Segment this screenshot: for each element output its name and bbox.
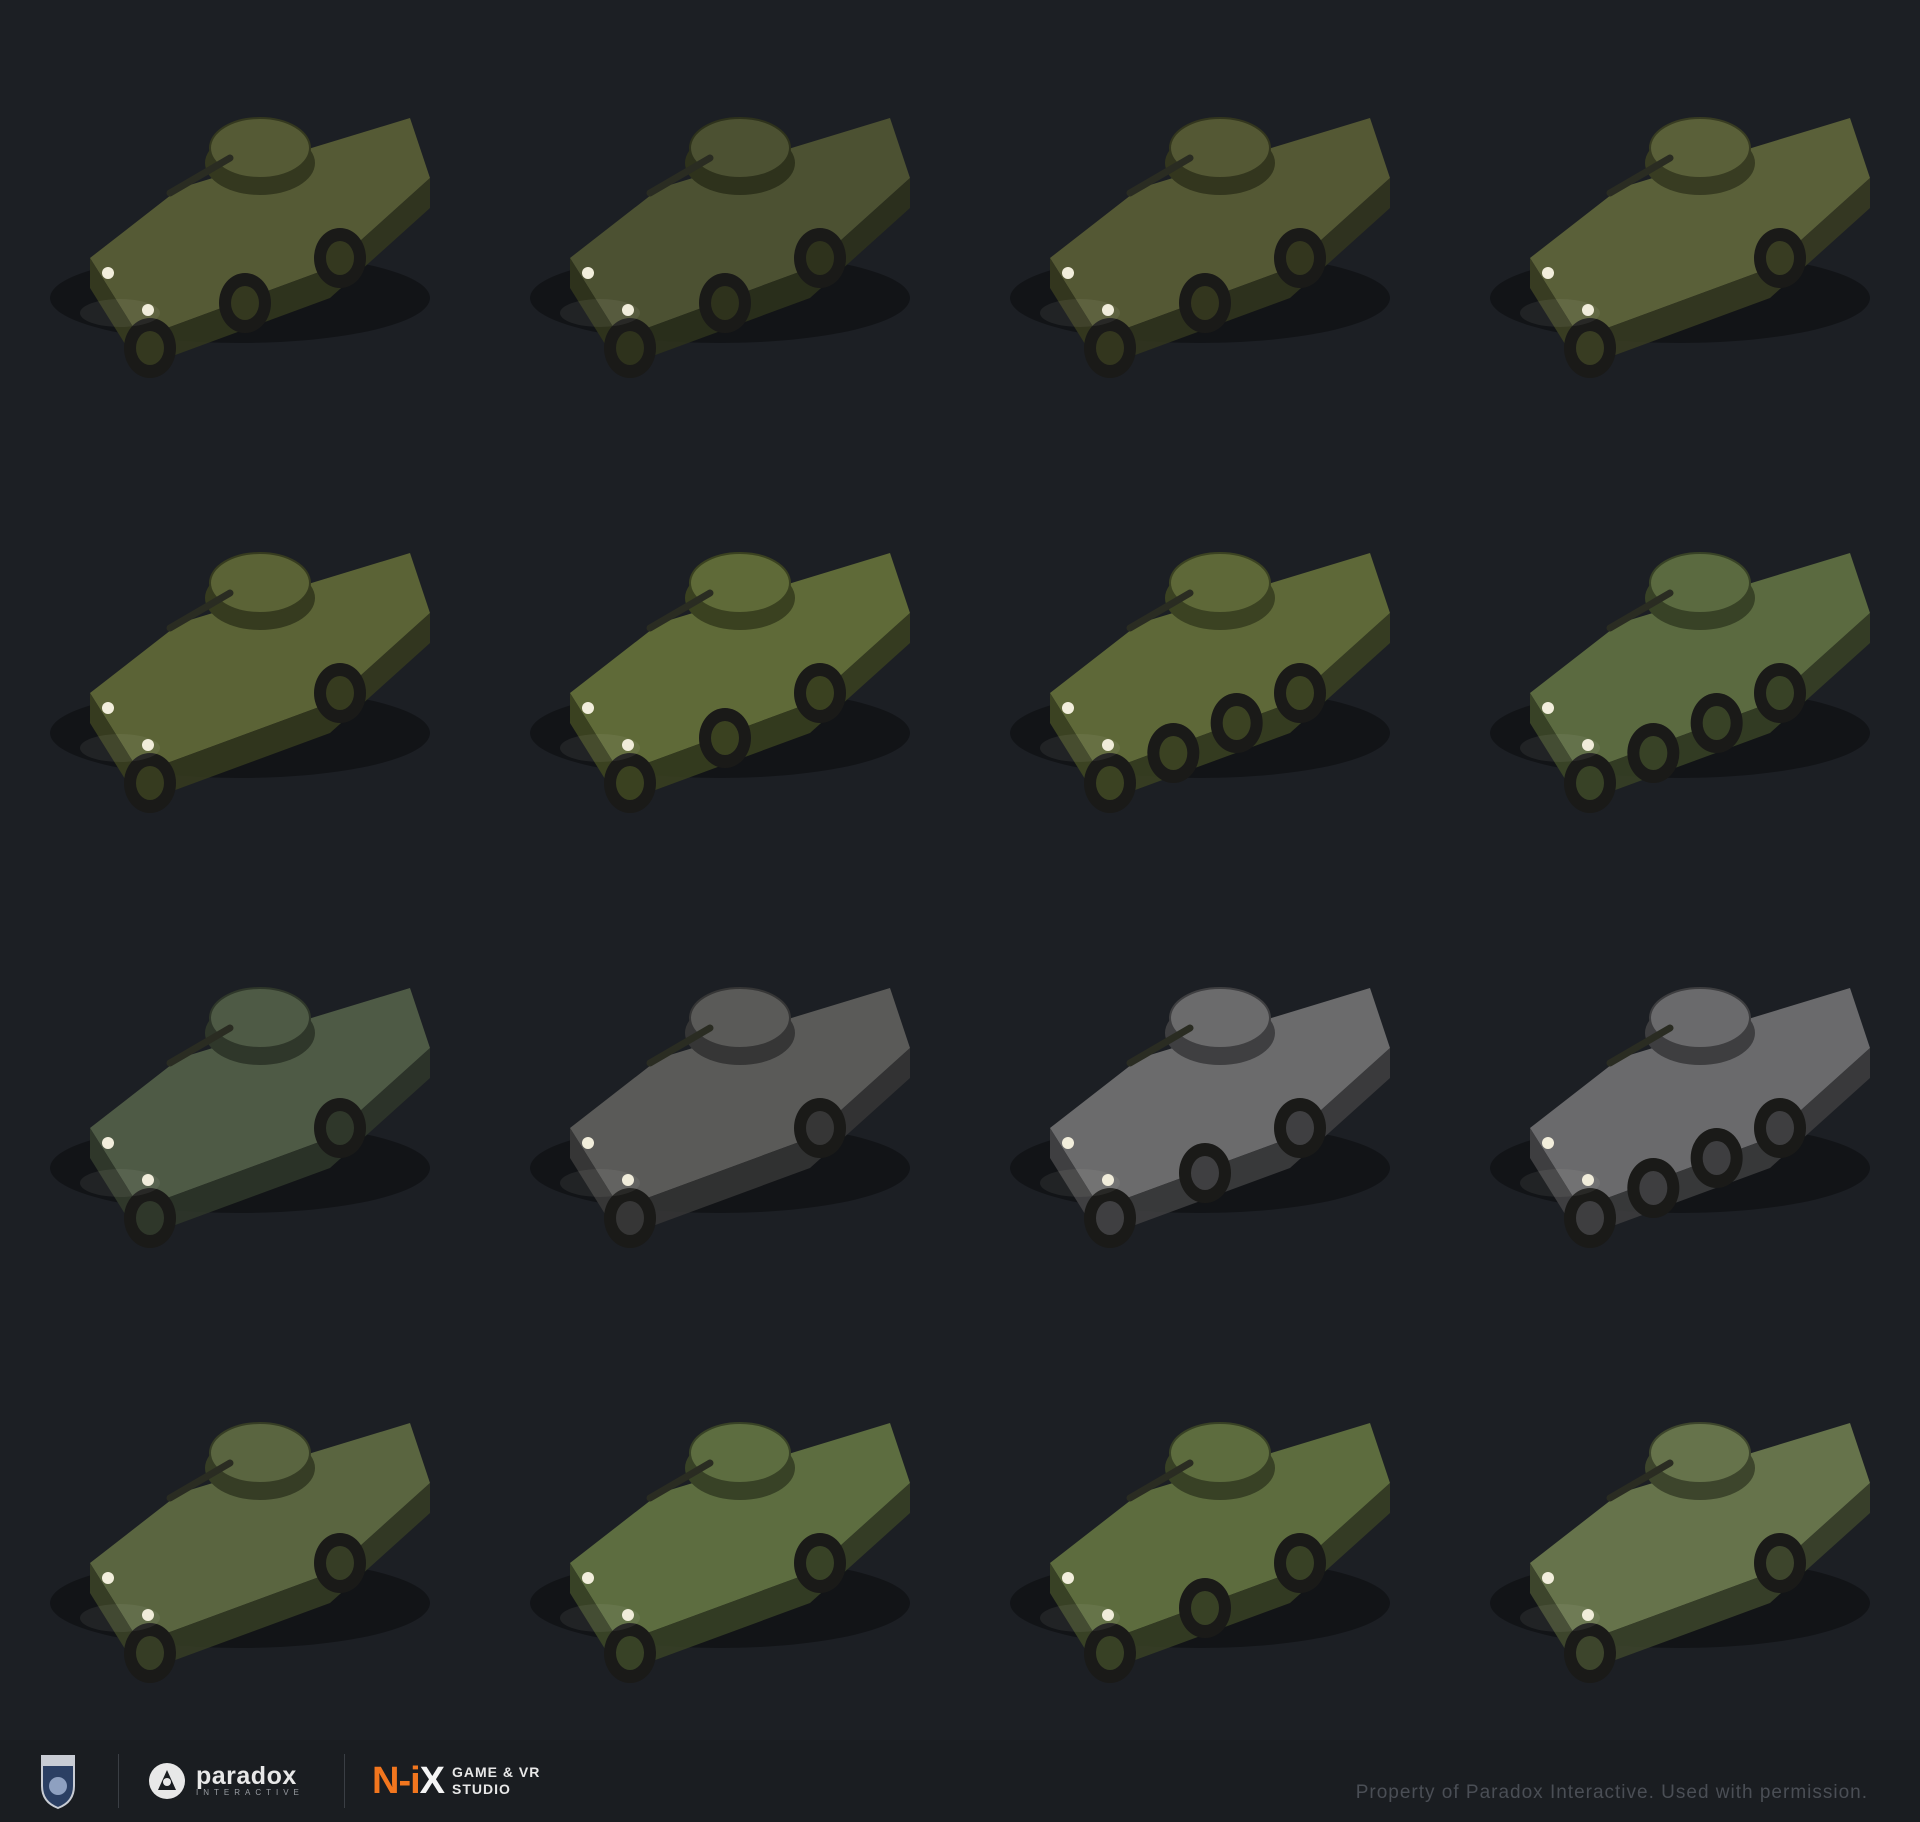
armored-car-render	[480, 0, 960, 435]
footer-divider	[118, 1754, 119, 1808]
paradox-interactive-logo: paradox INTERACTIVE	[146, 1752, 304, 1810]
shield-icon	[41, 1755, 75, 1810]
armored-car-illustration	[50, 116, 430, 378]
armored-car-illustration	[530, 986, 910, 1248]
armored-car-illustration	[530, 551, 910, 813]
armored-car-render	[960, 435, 1440, 870]
armored-car-render	[1440, 0, 1920, 435]
footer-divider	[344, 1754, 345, 1808]
vehicle-gallery	[0, 0, 1920, 1740]
paradox-studio-badge-logo	[40, 1752, 76, 1810]
armored-car-render	[960, 1305, 1440, 1740]
armored-car-illustration	[530, 1421, 910, 1683]
nix-wordmark: N-iX	[372, 1759, 445, 1802]
armored-car-illustration	[1490, 551, 1870, 813]
armored-car-illustration	[1490, 1421, 1870, 1683]
armored-car-render	[0, 0, 480, 435]
armored-car-illustration	[50, 1421, 430, 1683]
armored-car-illustration	[1490, 986, 1870, 1248]
armored-car-render	[1440, 870, 1920, 1305]
footer-bar: paradox INTERACTIVE N-iX GAME & VR STUDI…	[0, 1740, 1920, 1822]
paradox-emblem-icon	[149, 1763, 185, 1799]
armored-car-illustration	[1010, 551, 1390, 813]
armored-car-illustration	[530, 116, 910, 378]
nix-studio-text: GAME & VR STUDIO	[452, 1764, 541, 1797]
paradox-wordmark: paradox	[196, 1762, 297, 1790]
armored-car-render	[0, 435, 480, 870]
armored-car-illustration	[1010, 986, 1390, 1248]
interactive-wordmark: INTERACTIVE	[196, 1788, 304, 1797]
armored-car-illustration	[50, 551, 430, 813]
armored-car-render	[960, 0, 1440, 435]
armored-car-illustration	[50, 986, 430, 1248]
nix-logo: N-iX GAME & VR STUDIO	[372, 1752, 540, 1810]
armored-car-render	[0, 870, 480, 1305]
armored-car-illustration	[1010, 1421, 1390, 1683]
armored-car-illustration	[1490, 116, 1870, 378]
armored-car-render	[1440, 435, 1920, 870]
armored-car-render	[480, 870, 960, 1305]
copyright-credit: Property of Paradox Interactive. Used wi…	[1355, 1782, 1868, 1803]
armored-car-render	[480, 435, 960, 870]
armored-car-illustration	[1010, 116, 1390, 378]
armored-car-render	[960, 870, 1440, 1305]
armored-car-render	[480, 1305, 960, 1740]
armored-car-render	[1440, 1305, 1920, 1740]
armored-car-render	[0, 1305, 480, 1740]
